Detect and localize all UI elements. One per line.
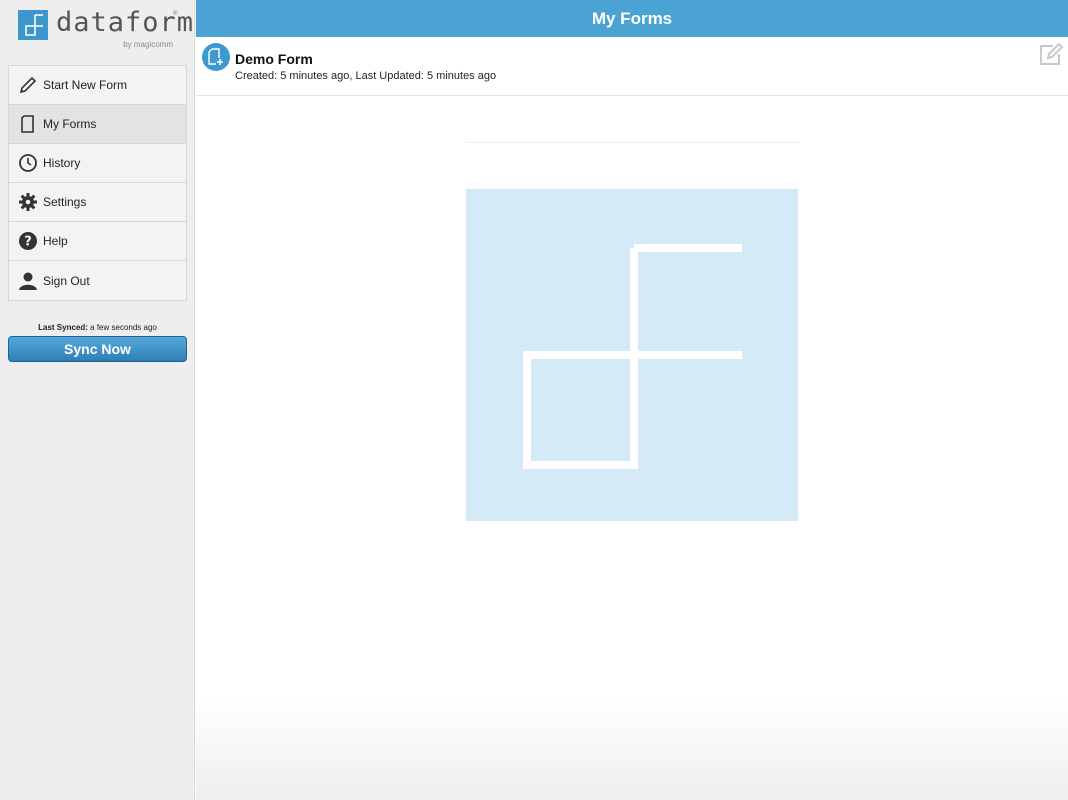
user-icon xyxy=(18,271,38,291)
sidebar-item-label: Start New Form xyxy=(43,78,128,92)
sidebar-menu: Start New Form My Forms History Settings… xyxy=(8,65,187,301)
page-title: My Forms xyxy=(196,0,1068,37)
svg-text:?: ? xyxy=(24,235,32,250)
dataform-logo-icon xyxy=(18,10,48,40)
sidebar-item-help[interactable]: ? Help xyxy=(9,222,186,261)
sync-now-button[interactable]: Sync Now xyxy=(8,336,187,362)
app-logo: dataform ® by magicomm xyxy=(18,7,193,52)
form-list-item[interactable]: Demo Form Created: 5 minutes ago, Last U… xyxy=(196,37,1068,96)
sync-status: Last Synced: a few seconds ago xyxy=(8,323,187,332)
document-icon xyxy=(18,114,38,134)
form-title: Demo Form xyxy=(235,51,313,67)
sidebar-item-sign-out[interactable]: Sign Out xyxy=(9,261,186,300)
clock-icon xyxy=(18,153,38,173)
dataform-logo-icon xyxy=(466,189,798,521)
sidebar-item-label: Settings xyxy=(43,195,87,209)
form-meta: Created: 5 minutes ago, Last Updated: 5 … xyxy=(235,70,497,82)
sidebar-item-label: Help xyxy=(43,234,68,248)
sidebar-item-settings[interactable]: Settings xyxy=(9,183,186,222)
gear-icon xyxy=(18,192,38,212)
sidebar-item-my-forms[interactable]: My Forms xyxy=(9,105,186,144)
new-form-icon xyxy=(202,43,230,71)
sidebar-item-label: My Forms xyxy=(43,117,97,131)
pencil-icon xyxy=(18,75,38,95)
divider xyxy=(466,142,800,143)
bottom-fade xyxy=(196,700,1068,800)
sidebar-item-start-new-form[interactable]: Start New Form xyxy=(9,66,186,105)
main-content: My Forms Demo Form Created: 5 minutes ag… xyxy=(196,0,1068,800)
sidebar-item-label: History xyxy=(43,156,81,170)
sync-status-label: Last Synced: xyxy=(38,323,88,332)
brand-registered: ® xyxy=(173,11,178,17)
question-icon: ? xyxy=(18,231,38,251)
edit-icon[interactable] xyxy=(1038,42,1064,67)
sidebar-item-label: Sign Out xyxy=(43,273,90,288)
brand-byline: by magicomm xyxy=(123,40,173,49)
sync-status-value: a few seconds ago xyxy=(87,323,157,332)
sidebar-item-history[interactable]: History xyxy=(9,144,186,183)
sidebar: dataform ® by magicomm Start New Form My… xyxy=(0,0,195,800)
